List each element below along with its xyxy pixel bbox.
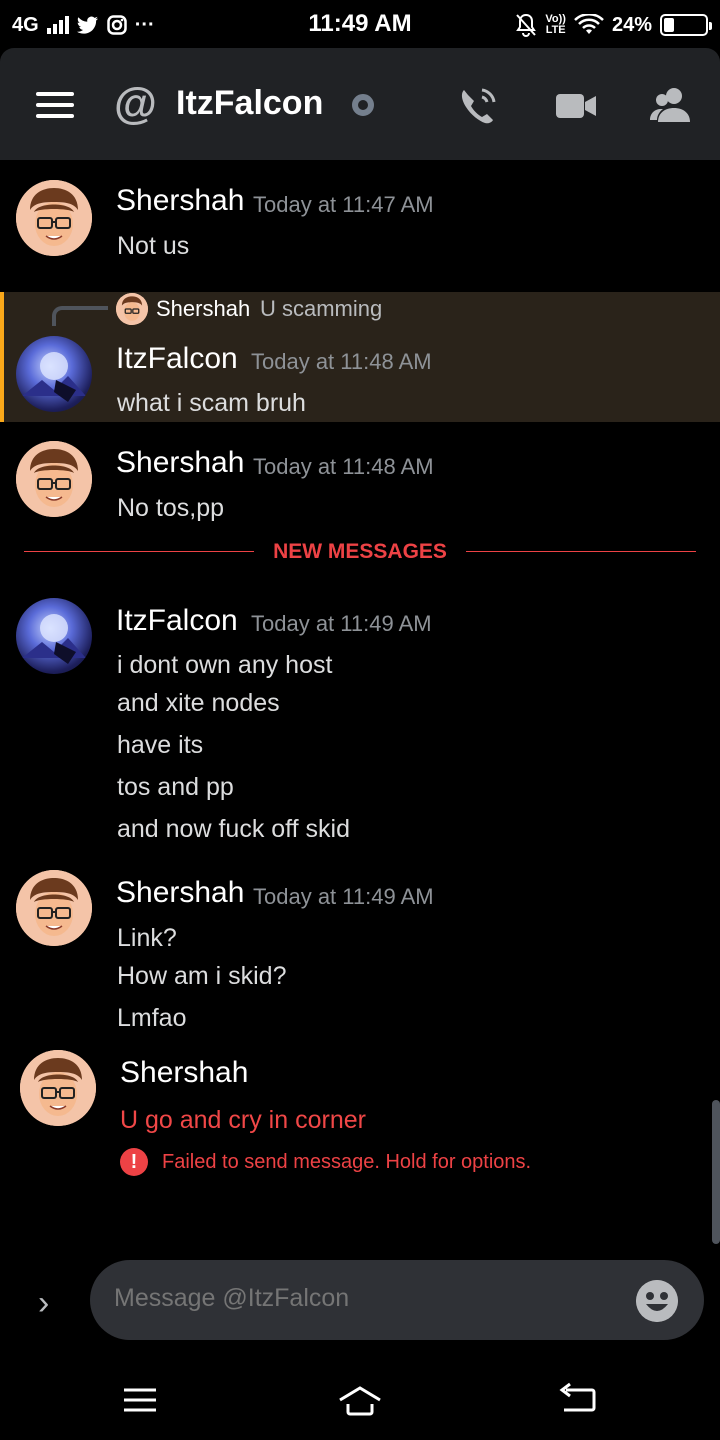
- mention-highlight-bar: [0, 292, 4, 422]
- message-text: Link?: [117, 924, 177, 952]
- message-text: Not us: [117, 232, 190, 260]
- timestamp: Today at 11:47 AM: [253, 192, 434, 217]
- battery-icon: [660, 14, 712, 36]
- message-text: tos and pp: [117, 773, 234, 801]
- scrollbar[interactable]: [712, 1100, 720, 1244]
- at-icon: @: [114, 79, 157, 128]
- avatar[interactable]: [16, 870, 92, 946]
- home-icon[interactable]: [338, 1382, 382, 1418]
- reply-author[interactable]: Shershah: [156, 296, 250, 322]
- channel-title: ItzFalcon: [176, 84, 324, 122]
- author-name[interactable]: ItzFalcon: [116, 342, 238, 376]
- message-text: No tos,pp: [117, 494, 225, 522]
- avatar[interactable]: [16, 336, 92, 412]
- recent-apps-icon[interactable]: [118, 1382, 162, 1418]
- message-text: and xite nodes: [117, 689, 280, 717]
- message-text: and now fuck off skid: [117, 815, 351, 843]
- message-text: Lmfao: [117, 1004, 187, 1032]
- failed-message-text[interactable]: U go and cry in corner: [120, 1106, 366, 1135]
- battery-percent: 24%: [611, 13, 652, 36]
- emoji-icon[interactable]: [636, 1280, 678, 1322]
- message-text: How am i skid?: [117, 962, 287, 990]
- error-icon: !: [120, 1148, 148, 1176]
- expand-actions-icon[interactable]: ›: [38, 1284, 49, 1323]
- avatar[interactable]: [16, 441, 92, 517]
- author-name[interactable]: Shershah: [120, 1056, 248, 1090]
- message-composer[interactable]: [90, 1260, 704, 1340]
- menu-icon[interactable]: [36, 92, 74, 118]
- new-messages-label: NEW MESSAGES: [273, 540, 447, 563]
- timestamp: Today at 11:49 AM: [253, 884, 434, 909]
- volte-indicator: Vo)) LTE: [545, 13, 566, 36]
- avatar[interactable]: [16, 180, 92, 256]
- author-name[interactable]: Shershah: [116, 184, 244, 218]
- timestamp: Today at 11:48 AM: [253, 454, 434, 479]
- author-name[interactable]: Shershah: [116, 446, 244, 480]
- reply-connector: [52, 306, 108, 326]
- message-text: what i scam bruh: [117, 389, 306, 417]
- timestamp: Today at 11:49 AM: [251, 611, 432, 636]
- message-input[interactable]: [114, 1284, 594, 1313]
- video-call-icon[interactable]: [554, 84, 598, 128]
- avatar[interactable]: [20, 1050, 96, 1126]
- timestamp: Today at 11:48 AM: [251, 349, 432, 374]
- avatar[interactable]: [16, 598, 92, 674]
- message-text: have its: [117, 731, 204, 759]
- wifi-icon: [574, 14, 604, 34]
- members-icon[interactable]: [650, 84, 694, 128]
- system-nav-bar: [0, 1360, 720, 1440]
- new-messages-divider: NEW MESSAGES: [0, 540, 720, 564]
- status-bar: 4G ··· 11:49 AM Vo)) LTE 24%: [0, 0, 720, 48]
- offline-status-icon: [352, 94, 374, 116]
- back-icon[interactable]: [556, 1382, 600, 1418]
- reply-preview[interactable]: U scamming: [260, 296, 382, 322]
- author-name[interactable]: ItzFalcon: [116, 604, 238, 638]
- failed-notice-text: Failed to send message. Hold for options…: [162, 1150, 532, 1173]
- channel-header: @ ItzFalcon: [0, 48, 720, 160]
- author-name[interactable]: Shershah: [116, 876, 244, 910]
- mute-bell-icon: [516, 13, 537, 37]
- voice-call-icon[interactable]: [456, 84, 500, 128]
- reply-avatar: [116, 293, 148, 325]
- send-failed-notice[interactable]: ! Failed to send message. Hold for optio…: [120, 1148, 531, 1176]
- message-text: i dont own any host: [117, 651, 333, 679]
